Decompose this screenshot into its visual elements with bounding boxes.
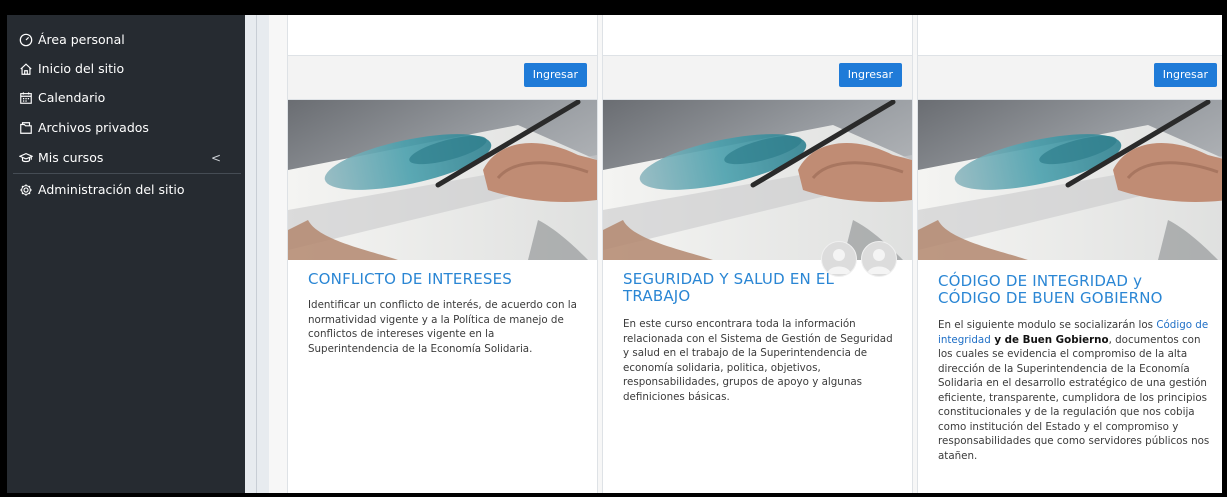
course-summary: En el siguiente modulo se socializarán l…: [938, 318, 1213, 463]
cog-icon: [20, 183, 32, 196]
sidebar-divider: [13, 173, 241, 174]
sidebar-item-label: Archivos privados: [38, 120, 149, 135]
course-image[interactable]: [918, 100, 1222, 260]
course-title[interactable]: CÓDIGO DE INTEGRIDAD y CÓDIGO DE BUEN GO…: [938, 273, 1208, 307]
course-summary: En este curso encontrara toda la informa…: [623, 318, 893, 403]
sidebar-item-archivos-privados[interactable]: Archivos privados: [19, 120, 149, 135]
course-image[interactable]: [288, 100, 597, 260]
files-icon: [20, 121, 32, 134]
summary-text: , documentos con los cuales se evidencia…: [938, 333, 1210, 462]
sidebar-item-area-personal[interactable]: Área personal: [19, 32, 125, 47]
sidebar-item-label: Administración del sitio: [38, 182, 185, 197]
card-footer: Ingresar: [288, 55, 597, 100]
course-image-graphic: [288, 100, 597, 260]
home-icon: [20, 62, 32, 75]
dashboard-icon: [19, 33, 33, 46]
ingresar-button[interactable]: Ingresar: [1153, 63, 1217, 87]
card-footer: Ingresar: [918, 55, 1222, 100]
course-image-graphic: [603, 100, 912, 260]
ingresar-button[interactable]: Ingresar: [523, 63, 587, 87]
course-card-conflicto: Ingresar CONFLICTO DE INTERESES Identifi…: [287, 15, 598, 493]
course-card-seguridad: Ingresar SEGURIDAD Y SALUD EN EL TRABAJO…: [602, 15, 913, 493]
course-title[interactable]: SEGURIDAD Y SALUD EN EL TRABAJO: [623, 271, 893, 305]
chevron-left-icon[interactable]: <: [211, 151, 221, 165]
card-top: [918, 15, 1222, 55]
calendar-icon: [20, 91, 32, 104]
course-image[interactable]: [603, 100, 912, 260]
summary-text: En el siguiente modulo se socializarán l…: [938, 319, 1157, 331]
card-top: [288, 15, 597, 55]
course-list: Ingresar CONFLICTO DE INTERESES Identifi…: [269, 15, 1222, 493]
sidebar-item-inicio-del-sitio[interactable]: Inicio del sitio: [19, 61, 124, 76]
graduation-cap-icon: [19, 152, 33, 162]
course-card-codigo-integridad: Ingresar CÓDIGO DE INTEGRIDAD y CÓDIGO D…: [917, 15, 1222, 493]
app-window: Área personal Inicio del sitio Calendari…: [7, 15, 1222, 493]
sidebar-gutter: [245, 15, 269, 493]
card-footer: Ingresar: [603, 55, 912, 100]
course-image-graphic: [918, 100, 1222, 260]
sidebar-item-label: Mis cursos: [38, 150, 104, 165]
sidebar-item-mis-cursos[interactable]: Mis cursos <: [19, 150, 233, 165]
sidebar-item-calendario[interactable]: Calendario: [19, 90, 105, 105]
card-top: [603, 15, 912, 55]
course-title[interactable]: CONFLICTO DE INTERESES: [308, 271, 578, 288]
divider: [256, 15, 257, 493]
summary-bold-text: y de Buen Gobierno: [990, 333, 1109, 346]
sidebar-nav: Área personal Inicio del sitio Calendari…: [7, 15, 245, 493]
ingresar-button[interactable]: Ingresar: [838, 63, 902, 87]
sidebar-item-label: Inicio del sitio: [38, 61, 125, 76]
sidebar-item-label: Área personal: [38, 32, 125, 47]
course-summary: Identificar un conflicto de interés, de …: [308, 299, 577, 355]
sidebar-item-label: Calendario: [38, 90, 106, 105]
sidebar-item-administracion-del-sitio[interactable]: Administración del sitio: [19, 182, 185, 197]
